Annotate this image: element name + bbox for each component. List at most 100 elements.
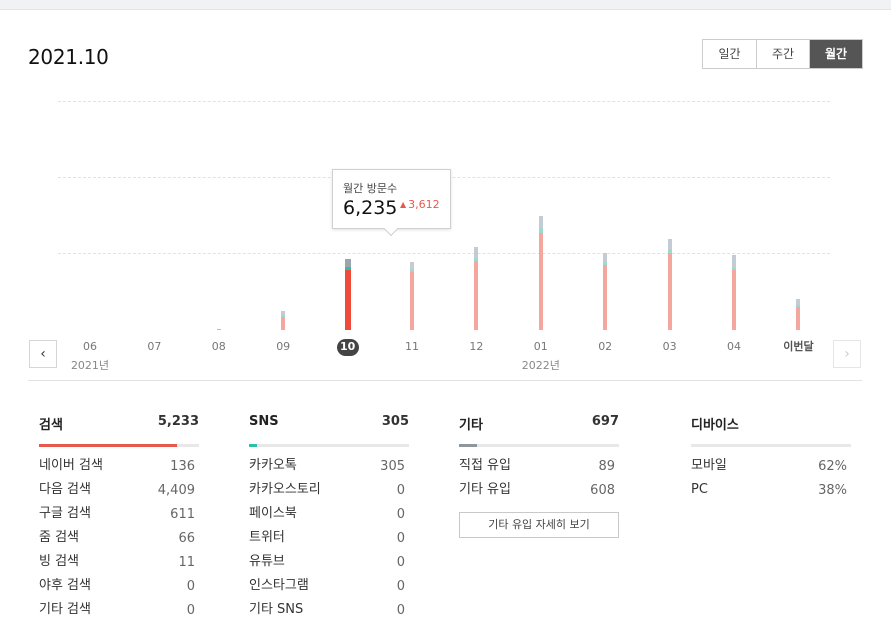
- stat-row-value: 608: [590, 483, 615, 498]
- stat-row-value: 0: [186, 579, 195, 594]
- stat-row: 야후 검색 0: [39, 578, 199, 602]
- stat-row-value: 136: [170, 459, 195, 474]
- search-header: 검색 5,233: [39, 414, 199, 436]
- bar-기타-01[interactable]: [538, 215, 543, 228]
- stat-row-value: 0: [396, 531, 405, 546]
- bar-SNS-12[interactable]: [474, 257, 479, 261]
- search-rows: 네이버 검색 136 다음 검색 4,409 구글 검색 611 줌 검색 66 빙 검색 11 야…: [39, 458, 199, 626]
- search-title: 검색: [39, 418, 63, 433]
- stat-row-value: 0: [396, 579, 405, 594]
- etc-rows: 직접 유입 89 기타 유입 608: [459, 458, 619, 506]
- bar-SNS-03[interactable]: [667, 248, 672, 253]
- stat-row-value: 89: [598, 459, 615, 474]
- x-label-12[interactable]: 12: [456, 339, 496, 355]
- stat-row-value: 11: [178, 555, 195, 570]
- tooltip-label: 월간 방문수: [343, 182, 398, 195]
- bar-검색-03[interactable]: [667, 252, 672, 330]
- x-label-02[interactable]: 02: [585, 339, 625, 355]
- x-label-07[interactable]: 07: [134, 339, 174, 355]
- stat-row-label: 네이버 검색: [39, 458, 103, 473]
- x-label-03[interactable]: 03: [650, 339, 690, 355]
- stat-row-value: 0: [396, 555, 405, 570]
- bar-기타-09[interactable]: [281, 311, 286, 316]
- x-label-11[interactable]: 11: [392, 339, 432, 355]
- bar-SNS-09[interactable]: [281, 315, 286, 318]
- stat-row-label: 빙 검색: [39, 554, 80, 569]
- chevron-right-icon: ›: [844, 346, 850, 362]
- stat-row-value: 4,409: [157, 483, 195, 498]
- x-label-09[interactable]: 09: [263, 339, 303, 355]
- sns-header: SNS 305: [249, 414, 409, 436]
- tab-daily[interactable]: 일간: [703, 40, 756, 68]
- stat-row: 기타 유입 608: [459, 482, 619, 506]
- tab-monthly[interactable]: 월간: [809, 40, 862, 68]
- bar-기타-03[interactable]: [667, 238, 672, 249]
- bar-SNS-11[interactable]: [410, 269, 414, 273]
- device-stats: 디바이스 모바일 62% PC 38%: [691, 414, 851, 506]
- bar-SNS-01[interactable]: [538, 227, 543, 234]
- x-label-06[interactable]: 06: [70, 339, 110, 355]
- stat-row: PC 38%: [691, 482, 851, 506]
- grid-line: [58, 101, 830, 102]
- stat-row-label: 구글 검색: [39, 506, 91, 521]
- sns-title: SNS: [249, 414, 279, 429]
- bar-검색-02[interactable]: [603, 264, 608, 330]
- stat-row-label: 줌 검색: [39, 530, 80, 545]
- year-label: 2022년: [521, 359, 560, 372]
- x-label-04[interactable]: 04: [714, 339, 754, 355]
- x-label-08[interactable]: 08: [199, 339, 239, 355]
- grid-line: [58, 253, 830, 254]
- arrow-up-icon: ▲: [400, 200, 407, 209]
- x-label-01[interactable]: 01: [521, 339, 561, 355]
- tooltip-caret: [383, 221, 399, 237]
- stat-row: 카카오톡 305: [249, 458, 409, 482]
- stat-row-label: PC: [691, 482, 708, 497]
- etc-detail-button[interactable]: 기타 유입 자세히 보기: [459, 512, 619, 538]
- bar-검색-12[interactable]: [474, 260, 479, 330]
- device-header: 디바이스: [691, 414, 851, 436]
- stat-row-value: 0: [396, 483, 405, 498]
- stat-row: 줌 검색 66: [39, 530, 199, 554]
- bar-SNS-이번달[interactable]: [796, 305, 801, 307]
- bar-기타-04[interactable]: [732, 255, 736, 268]
- stat-row-value: 0: [186, 603, 195, 618]
- bar-기타-11[interactable]: [410, 262, 414, 270]
- bar-기타-12[interactable]: [474, 246, 479, 258]
- tab-weekly[interactable]: 주간: [756, 40, 809, 68]
- page-title: 2021.10: [28, 45, 109, 69]
- bar-검색-10[interactable]: [344, 270, 351, 330]
- bar-SNS-04[interactable]: [732, 267, 736, 270]
- x-label-이번달[interactable]: 이번달: [778, 339, 818, 355]
- prev-period-button[interactable]: ‹: [29, 340, 57, 368]
- bar-기타-10[interactable]: [344, 258, 351, 267]
- stat-row-value: 62%: [818, 459, 847, 474]
- x-label-10[interactable]: 10: [336, 339, 359, 356]
- etc-total: 697: [591, 414, 619, 429]
- bar-검색-04[interactable]: [732, 269, 736, 330]
- chevron-left-icon: ‹: [40, 346, 46, 362]
- stat-row-label: 모바일: [691, 458, 727, 473]
- search-total: 5,233: [157, 414, 199, 429]
- stat-row-value: 0: [396, 507, 405, 522]
- bar-SNS-10[interactable]: [344, 266, 351, 271]
- stat-row: 네이버 검색 136: [39, 458, 199, 482]
- device-rule: [691, 444, 851, 447]
- bar-검색-08[interactable]: [216, 329, 221, 330]
- next-period-button[interactable]: ›: [833, 340, 861, 368]
- search-stats: 검색 5,233 네이버 검색 136 다음 검색 4,409 구글 검색 611 줌 검색…: [39, 414, 199, 626]
- bar-기타-02[interactable]: [603, 252, 608, 262]
- bar-검색-이번달[interactable]: [796, 306, 801, 330]
- stat-row-label: 기타 검색: [39, 602, 91, 617]
- bar-검색-09[interactable]: [281, 317, 286, 330]
- bar-검색-01[interactable]: [538, 233, 543, 330]
- stat-row-value: 305: [380, 459, 405, 474]
- bar-기타-이번달[interactable]: [796, 298, 801, 306]
- stat-row: 직접 유입 89: [459, 458, 619, 482]
- stat-row-label: 인스타그램: [249, 578, 309, 593]
- bar-검색-11[interactable]: [410, 272, 414, 330]
- stat-row-label: 유튜브: [249, 554, 285, 569]
- bar-SNS-02[interactable]: [603, 261, 608, 265]
- stat-row-label: 야후 검색: [39, 578, 91, 593]
- tooltip-value: 6,235: [343, 197, 398, 219]
- stat-row-value: 611: [170, 507, 195, 522]
